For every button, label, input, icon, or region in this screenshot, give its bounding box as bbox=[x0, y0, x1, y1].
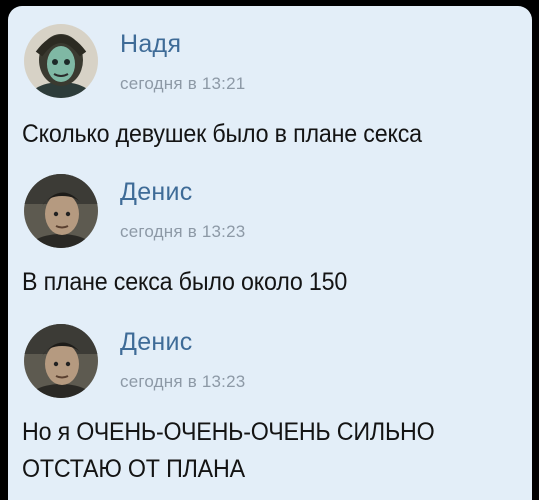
message-text: Но я ОЧЕНЬ-ОЧЕНЬ-ОЧЕНЬ СИЛЬНО ОТСТАЮ ОТ … bbox=[22, 418, 435, 483]
message-timestamp: сегодня в 13:23 bbox=[120, 372, 246, 391]
user-avatar-denis[interactable] bbox=[24, 174, 98, 248]
author-name[interactable]: Денис bbox=[120, 328, 193, 357]
message-timestamp: сегодня в 13:23 bbox=[120, 222, 246, 241]
user-avatar-denis[interactable] bbox=[24, 324, 98, 398]
chat-feed: Надя сегодня в 13:21 Сколько девушек был… bbox=[8, 6, 532, 500]
author-name[interactable]: Надя bbox=[120, 30, 181, 59]
author-name[interactable]: Денис bbox=[120, 178, 193, 207]
message-timestamp: сегодня в 13:21 bbox=[120, 74, 246, 93]
user-avatar-nadya[interactable] bbox=[24, 24, 98, 98]
message-text: Сколько девушек было в плане секса bbox=[22, 120, 422, 148]
message-text: В плане секса было около 150 bbox=[22, 268, 348, 296]
